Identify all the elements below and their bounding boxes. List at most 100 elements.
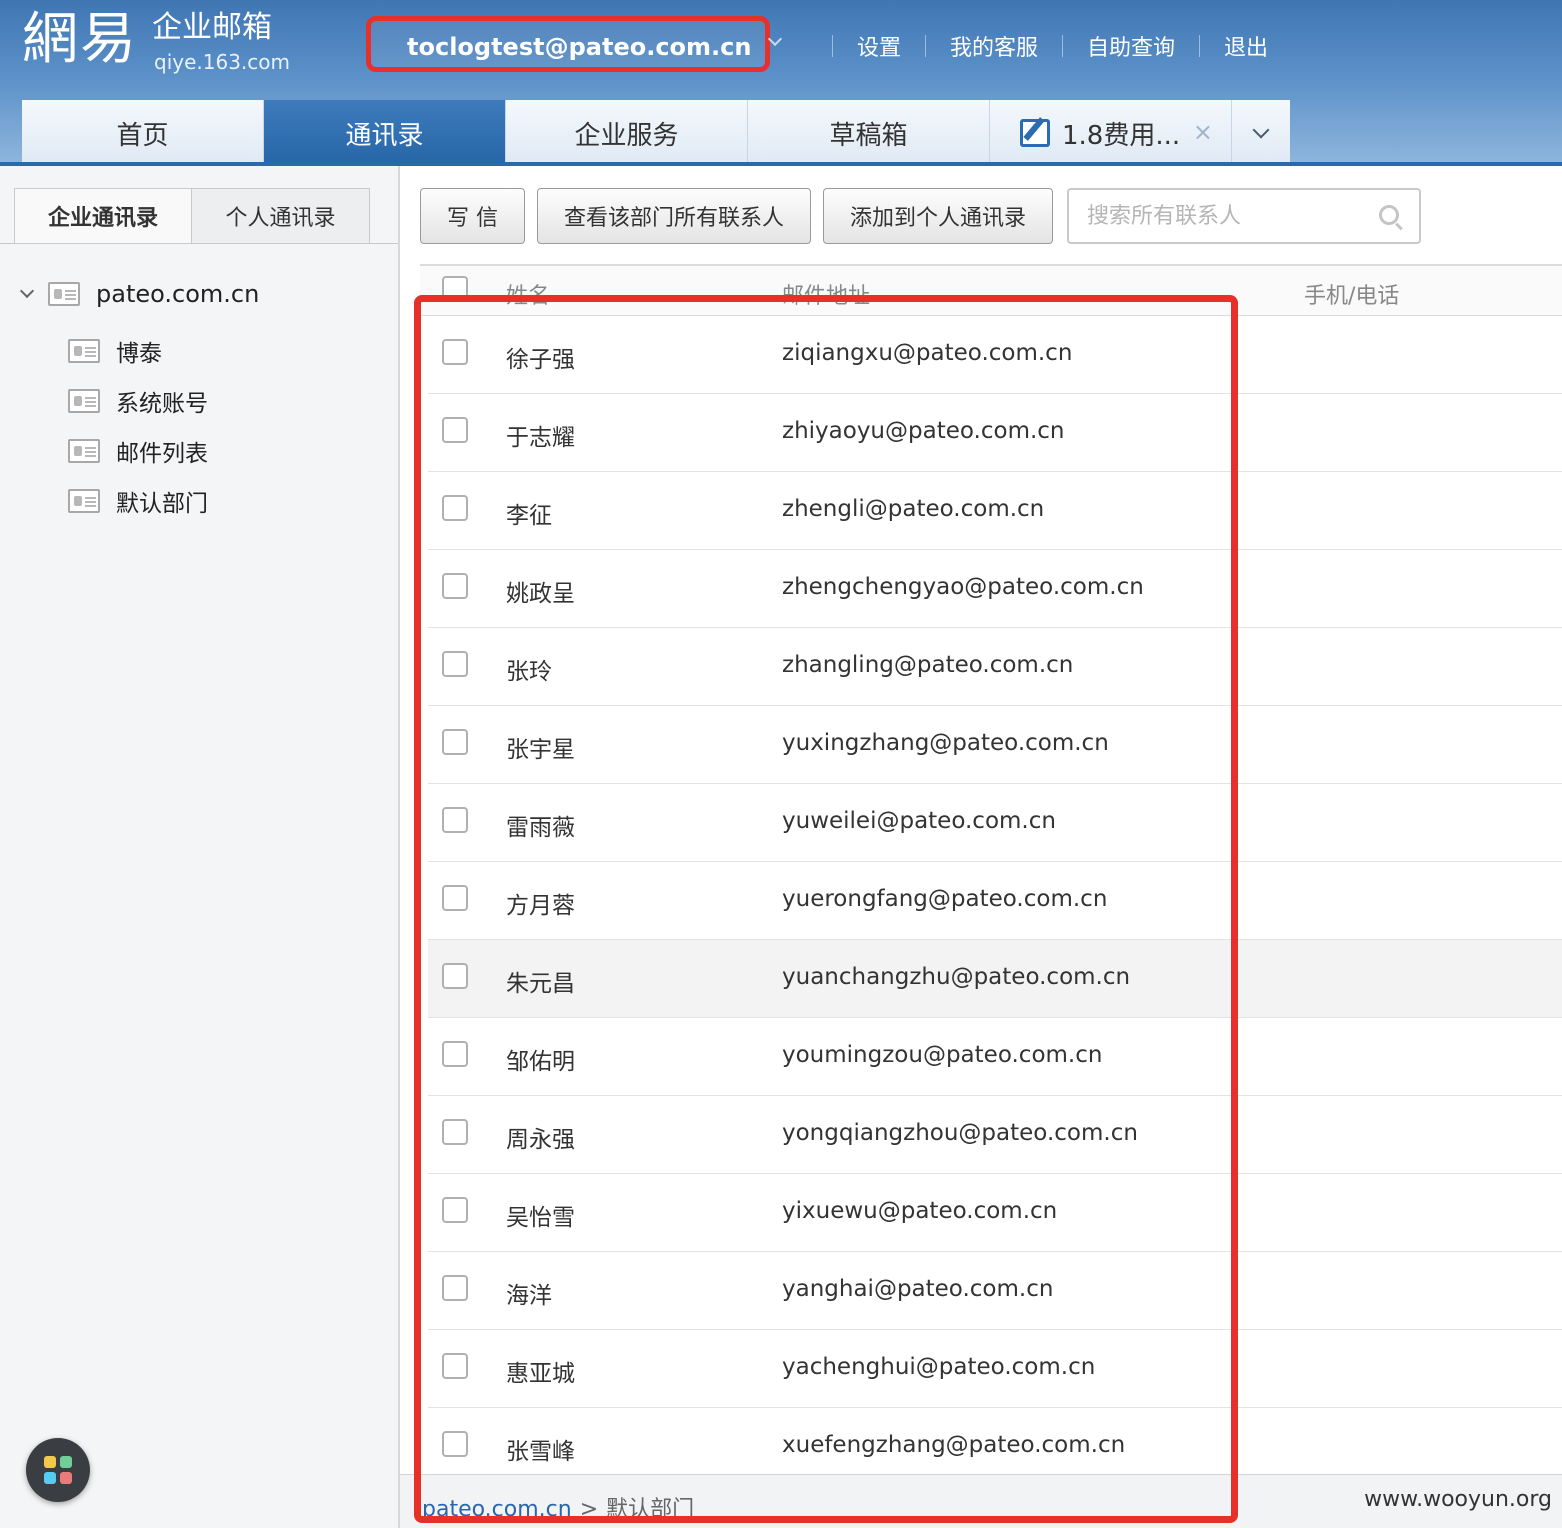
row-checkbox[interactable] [442,1197,468,1223]
table-row[interactable]: 吴怡雪 yixuewu@pateo.com.cn [428,1174,1562,1252]
tab-compose-draft[interactable]: 1.8费用... × [990,100,1232,166]
breadcrumb-current: 默认部门 [606,1497,695,1522]
contact-email[interactable]: yuweilei@pateo.com.cn [782,808,1056,834]
tree-item-default-department[interactable]: 默认部门 [68,476,259,526]
contact-name[interactable]: 周永强 [506,1120,575,1154]
contact-name[interactable]: 吴怡雪 [506,1198,575,1232]
contact-email[interactable]: yachenghui@pateo.com.cn [782,1354,1095,1380]
account-email[interactable]: toclogtest@pateo.com.cn [407,33,751,61]
contact-name[interactable]: 邹佑明 [506,1042,575,1076]
contact-name[interactable]: 姚政呈 [506,574,575,608]
row-checkbox[interactable] [442,1275,468,1301]
contact-email[interactable]: zhiyaoyu@pateo.com.cn [782,418,1065,444]
sidebar: 企业通讯录 个人通讯录 pateo.com.cn 博泰 系统账号 邮件列表 默认… [0,166,400,1528]
contact-email[interactable]: zhangling@pateo.com.cn [782,652,1073,678]
table-row[interactable]: 张玲 zhangling@pateo.com.cn [428,628,1562,706]
contact-name[interactable]: 朱元昌 [506,964,575,998]
contact-email[interactable]: yongqiangzhou@pateo.com.cn [782,1120,1138,1146]
contact-email[interactable]: yanghai@pateo.com.cn [782,1276,1053,1302]
tab-enterprise-services[interactable]: 企业服务 [506,100,748,166]
table-row[interactable]: 朱元昌 yuanchangzhu@pateo.com.cn [428,940,1562,1018]
contact-email[interactable]: yuxingzhang@pateo.com.cn [782,730,1109,756]
breadcrumb-root[interactable]: pateo.com.cn [422,1497,572,1522]
tab-home[interactable]: 首页 [22,100,264,166]
search-input[interactable] [1069,190,1420,242]
sidebar-tabs: 企业通讯录 个人通讯录 [14,188,370,244]
contact-name[interactable]: 海洋 [506,1276,552,1310]
column-header-email[interactable]: 邮件地址 [782,278,870,310]
divider [0,243,398,244]
table-row[interactable]: 海洋 yanghai@pateo.com.cn [428,1252,1562,1330]
table-row[interactable]: 于志耀 zhiyaoyu@pateo.com.cn [428,394,1562,472]
tree-item-botai[interactable]: 博泰 [68,326,259,376]
row-checkbox[interactable] [442,1431,468,1457]
contact-email[interactable]: yuerongfang@pateo.com.cn [782,886,1107,912]
contact-email[interactable]: yuanchangzhu@pateo.com.cn [782,964,1130,990]
tree-item-mailing-lists[interactable]: 邮件列表 [68,426,259,476]
row-checkbox[interactable] [442,729,468,755]
table-row[interactable]: 惠亚城 yachenghui@pateo.com.cn [428,1330,1562,1408]
tree-item-label: 系统账号 [116,391,208,417]
self-query-link[interactable]: 自助查询 [1087,30,1175,62]
table-row[interactable]: 徐子强 ziqiangxu@pateo.com.cn [428,316,1562,394]
select-all-checkbox[interactable] [442,276,468,302]
row-checkbox[interactable] [442,417,468,443]
row-checkbox[interactable] [442,573,468,599]
more-tabs-button[interactable] [1232,100,1290,166]
contact-name[interactable]: 雷雨薇 [506,808,575,842]
table-row[interactable]: 周永强 yongqiangzhou@pateo.com.cn [428,1096,1562,1174]
table-row[interactable]: 张宇星 yuxingzhang@pateo.com.cn [428,706,1562,784]
app-launcher-button[interactable] [26,1438,90,1502]
tab-enterprise-contacts[interactable]: 企业通讯录 [14,188,192,244]
link-separator [925,35,927,57]
row-checkbox[interactable] [442,651,468,677]
contact-name[interactable]: 于志耀 [506,418,575,452]
add-to-personal-contacts-button[interactable]: 添加到个人通讯录 [823,188,1054,244]
account-dropdown-icon[interactable] [767,31,783,47]
row-checkbox[interactable] [442,1353,468,1379]
contact-name[interactable]: 惠亚城 [506,1354,575,1388]
tab-personal-contacts[interactable]: 个人通讯录 [192,188,370,244]
contact-name[interactable]: 李征 [506,496,552,530]
tree-item-system-accounts[interactable]: 系统账号 [68,376,259,426]
logout-link[interactable]: 退出 [1224,30,1268,62]
contact-email[interactable]: ziqiangxu@pateo.com.cn [782,340,1072,366]
row-checkbox[interactable] [442,1119,468,1145]
tree-root-pateo[interactable]: pateo.com.cn [18,276,259,312]
logo-domain: qiye.163.com [154,50,290,74]
table-row[interactable]: 邹佑明 youmingzou@pateo.com.cn [428,1018,1562,1096]
contact-name[interactable]: 张玲 [506,652,552,686]
customer-service-link[interactable]: 我的客服 [950,30,1038,62]
contact-name[interactable]: 张宇星 [506,730,575,764]
tab-contacts[interactable]: 通讯录 [264,100,506,166]
search-icon[interactable] [1379,205,1400,225]
contact-email[interactable]: youmingzou@pateo.com.cn [782,1042,1102,1068]
table-row[interactable]: 雷雨薇 yuweilei@pateo.com.cn [428,784,1562,862]
contact-card-icon [48,282,80,306]
contact-email[interactable]: xuefengzhang@pateo.com.cn [782,1432,1125,1458]
row-checkbox[interactable] [442,963,468,989]
apps-grid-icon [60,1472,72,1484]
view-department-contacts-button[interactable]: 查看该部门所有联系人 [537,188,812,244]
table-row[interactable]: 姚政呈 zhengchengyao@pateo.com.cn [428,550,1562,628]
row-checkbox[interactable] [442,807,468,833]
column-header-name[interactable]: 姓名 [506,278,550,310]
contact-name[interactable]: 张雪峰 [506,1432,575,1466]
contact-name[interactable]: 方月蓉 [506,886,575,920]
row-checkbox[interactable] [442,495,468,521]
write-mail-button[interactable]: 写 信 [420,188,525,244]
table-row[interactable]: 方月蓉 yuerongfang@pateo.com.cn [428,862,1562,940]
row-checkbox[interactable] [442,1041,468,1067]
contact-name[interactable]: 徐子强 [506,340,575,374]
row-checkbox[interactable] [442,885,468,911]
column-header-phone[interactable]: 手机/电话 [1304,278,1399,310]
close-icon[interactable]: × [1193,118,1213,146]
table-row[interactable]: 李征 zhengli@pateo.com.cn [428,472,1562,550]
settings-link[interactable]: 设置 [857,30,901,62]
tab-drafts[interactable]: 草稿箱 [748,100,990,166]
contact-email[interactable]: yixuewu@pateo.com.cn [782,1198,1057,1224]
row-checkbox[interactable] [442,339,468,365]
chevron-down-icon[interactable] [19,283,35,299]
contact-email[interactable]: zhengchengyao@pateo.com.cn [782,574,1144,600]
contact-email[interactable]: zhengli@pateo.com.cn [782,496,1044,522]
